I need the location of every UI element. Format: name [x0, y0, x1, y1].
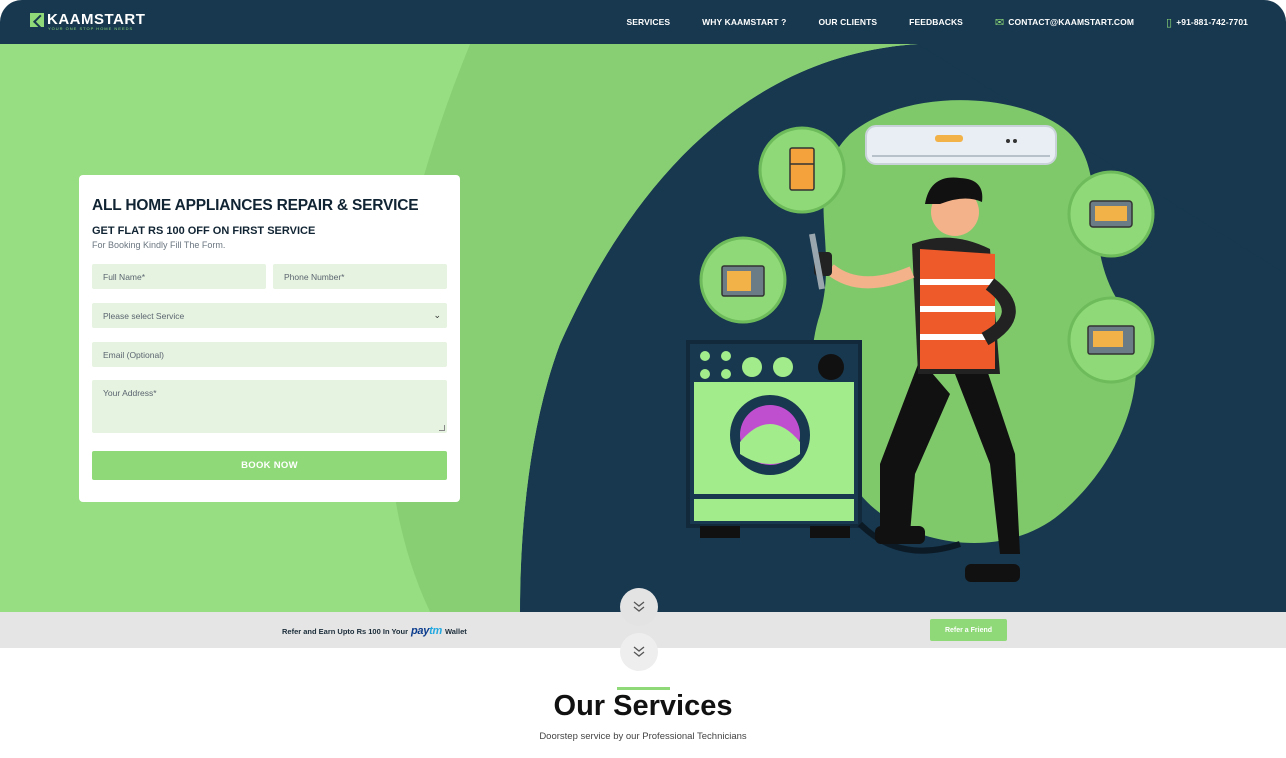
service-select-value: Please select Service [103, 310, 185, 321]
address-placeholder: Your Address* [103, 388, 157, 398]
television-icon [1067, 296, 1155, 384]
logo[interactable]: KAAMSTART YOUR ONE STOP HOME NEEDS [30, 11, 145, 31]
nav-our-clients[interactable]: OUR CLIENTS [818, 17, 877, 27]
nav-phone-link[interactable]: ▯ +91-881-742-7701 [1166, 16, 1248, 29]
double-chevron-down-icon [633, 646, 645, 657]
email-input[interactable]: Email (Optional) [92, 342, 447, 367]
services-title: Our Services [553, 690, 733, 722]
phone-text: +91-881-742-7701 [1176, 17, 1248, 27]
air-conditioner-icon [865, 125, 1057, 165]
main-nav: SERVICES WHY KAAMSTART ? OUR CLIENTS FEE… [595, 0, 1249, 44]
page: KAAMSTART YOUR ONE STOP HOME NEEDS SERVI… [0, 0, 1286, 758]
double-chevron-down-icon [633, 601, 645, 612]
paytm-logo-b: tm [429, 625, 442, 637]
email-icon: ✉ [994, 16, 1005, 29]
washing-machine-icon [686, 340, 862, 538]
nav-email-link[interactable]: ✉ CONTACT@KAAMSTART.COM [995, 16, 1134, 29]
logo-mark-icon [30, 12, 44, 27]
logo-tagline: YOUR ONE STOP HOME NEEDS [48, 26, 134, 31]
phone-number-input[interactable]: Phone Number* [273, 264, 447, 289]
form-note: For Booking Kindly Fill The Form. [92, 240, 226, 250]
top-navbar: KAAMSTART YOUR ONE STOP HOME NEEDS SERVI… [0, 0, 1286, 44]
paytm-logo: paytm [411, 625, 442, 637]
name-phone-row: Full Name* Phone Number* [92, 264, 447, 289]
scroll-down-button-2[interactable] [620, 633, 658, 671]
microwave-icon [699, 236, 787, 324]
refer-friend-button[interactable]: Refer a Friend [930, 619, 1007, 641]
nav-feedbacks[interactable]: FEEDBACKS [909, 17, 963, 27]
email-text: CONTACT@KAAMSTART.COM [1008, 17, 1135, 27]
chevron-down-icon: ⌄ [433, 310, 441, 320]
resize-handle-icon[interactable] [439, 425, 445, 431]
refer-text-after: Wallet [444, 626, 467, 636]
full-name-input[interactable]: Full Name* [92, 264, 266, 289]
service-select[interactable]: Please select Service ⌄ [92, 303, 447, 328]
nav-services[interactable]: SERVICES [627, 17, 671, 27]
form-offer: GET FLAT RS 100 OFF ON FIRST SERVICE [92, 225, 316, 237]
refer-text-before: Refer and Earn Upto Rs 100 In Your [282, 626, 409, 636]
fridge-icon [758, 126, 846, 214]
scroll-down-button[interactable] [620, 588, 658, 626]
address-textarea[interactable]: Your Address* [92, 380, 447, 433]
form-title: ALL HOME APPLIANCES REPAIR & SERVICE [92, 197, 419, 214]
book-now-button[interactable]: BOOK NOW [92, 451, 447, 480]
refer-text: Refer and Earn Upto Rs 100 In Your paytm… [282, 625, 467, 637]
services-subtitle: Doorstep service by our Professional Tec… [539, 731, 747, 742]
booking-form-card: ALL HOME APPLIANCES REPAIR & SERVICE GET… [79, 175, 460, 502]
hero-banner: ALL HOME APPLIANCES REPAIR & SERVICE GET… [0, 44, 1286, 612]
phone-icon: ▯ [1166, 16, 1173, 29]
heater-icon [1067, 170, 1155, 258]
paytm-logo-a: pay [411, 625, 430, 637]
nav-why-kaamstart[interactable]: WHY KAAMSTART ? [702, 17, 786, 27]
